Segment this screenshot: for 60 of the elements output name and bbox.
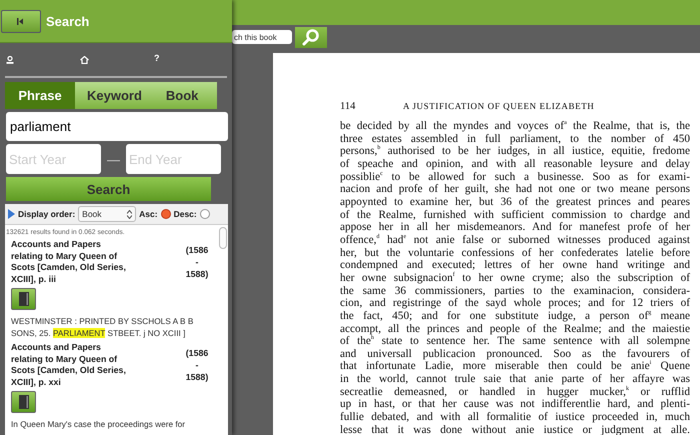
book-button[interactable]	[11, 391, 36, 413]
result-date: (1586 - 1588)	[184, 347, 210, 383]
book-search-field[interactable]: ch this book	[232, 30, 292, 44]
tab[interactable]: Keyword	[75, 82, 154, 109]
user-icon[interactable]	[6, 56, 14, 64]
book-icon	[18, 395, 28, 409]
book-button[interactable]	[11, 288, 36, 310]
text-line: the same 36 commissioners, parties to the examinacion, considera-	[340, 284, 690, 298]
tab[interactable]: Phrase	[5, 82, 75, 109]
scrollbar[interactable]	[219, 227, 227, 249]
text-line: of the$^{h}$ state to sentence her. The same sentence with all solempne	[340, 335, 690, 348]
radio-button[interactable]	[160, 209, 171, 219]
radio-label: Desc:	[174, 209, 197, 219]
stepper-icon	[127, 210, 132, 218]
text-line: in the world, cannot trule saie that anie parte of her affayre was	[340, 373, 690, 386]
text-line: up in hast, or that her cause was not indifferentlie hard, and plenti-	[340, 398, 690, 412]
query-field[interactable]: parliament	[6, 112, 228, 141]
collapse-button[interactable]	[1, 10, 41, 32]
text-line: that infortunate Ladie, more miserable then could be anie$^{i}$ Quene	[340, 360, 690, 374]
result-date: (1586 - 1588)	[184, 244, 210, 280]
search-button[interactable]: Search	[6, 177, 211, 201]
text-line: fullie debated, and with all formalitie of iustice proceeded in, much	[340, 411, 690, 424]
range-dash: —	[107, 152, 120, 166]
search-button[interactable]	[295, 26, 327, 48]
running-head: A JUSTIFICATION OF QUEEN ELIZABETH	[403, 101, 594, 112]
result-title-link[interactable]: Accounts and Papers relating to Mary Queen of Scots [Camden, Old Series, XCIII], p. xxi	[11, 342, 126, 388]
search-icon	[302, 28, 320, 46]
text-line: appoynted to examine her, but 36 of the greatest princes and peares	[340, 196, 690, 209]
text-line: of the Realme, furnished with sufficient commission to chardge and	[340, 208, 690, 222]
text-line: nacion and profe of her guilt, she had not one or two meane persons	[340, 183, 690, 196]
text-line: her, but the voluntarie confessions of her confederates latelie before	[340, 246, 690, 260]
radio-label: Asc:	[139, 209, 158, 219]
text-line: accompt, all the princes and people of the Realme; and the maiestie	[340, 322, 690, 334]
display-order-label: Display order:	[18, 209, 76, 219]
text-line: the fact, 450; and for one substitute iudge, a person of$^{g}$ meane	[340, 310, 690, 322]
text-line: lesse that it was done without anie iustice or judgment at alle.	[340, 424, 690, 435]
text-line: of speache and opinion, and with all reasonable leysure and delay	[340, 158, 690, 171]
collapse-arrow-icon	[17, 18, 25, 24]
panel-title: Search	[46, 14, 90, 28]
result-snippet: In Queen Mary's case the proceedings were for	[11, 419, 186, 430]
text-line: secreatlie demeasned, or handled in hugger mucker,$^{k}$ or rufflid	[340, 386, 690, 398]
book-icon	[18, 292, 28, 306]
page-number: 114	[340, 101, 356, 112]
text-line: offence,$^{d}$ had$^{e}$ not anie false or suborned witnesses produced against	[340, 234, 690, 247]
home-icon[interactable]	[80, 56, 89, 64]
text-line: three estates assembled in full parliament, to the nomber of 450	[340, 132, 690, 145]
expand-triangle-icon[interactable]	[8, 209, 15, 219]
text-line: persons,$^{b}$ authorised to be her iudges, in all iustice, equitie, fredome	[340, 145, 690, 158]
text-line: possiblie$^{c}$ to be allowed for such a businesse. Soo as for exami-	[340, 170, 690, 184]
order-select[interactable]: Book	[78, 206, 136, 222]
text-line: cion, and registringe of the sayd whole proces; and for 12 triers of	[340, 297, 690, 310]
radio-button[interactable]	[200, 209, 210, 219]
text-line: her owne subsignacion$^{f}$ to her owne cryme; also the subscription of	[340, 272, 690, 285]
result-title-link[interactable]: Accounts and Papers relating to Mary Queen of Scots [Camden, Old Series, XCIII], p. iii	[11, 239, 126, 285]
help-link[interactable]: ?	[154, 53, 160, 63]
text-line: appose her in all her misdemeanors. And for manefest profe of her	[340, 221, 690, 234]
text-line: be decided by all the myndes and voyces of$^{a}$ the Realme, that is, the	[340, 120, 690, 133]
text-line: condempned and executed; lettres of her owne hand writinge and	[340, 259, 690, 272]
text-line: and universall publicacion pronounced. Soo as the favourers of	[340, 348, 690, 360]
tab[interactable]: Book	[154, 82, 210, 109]
